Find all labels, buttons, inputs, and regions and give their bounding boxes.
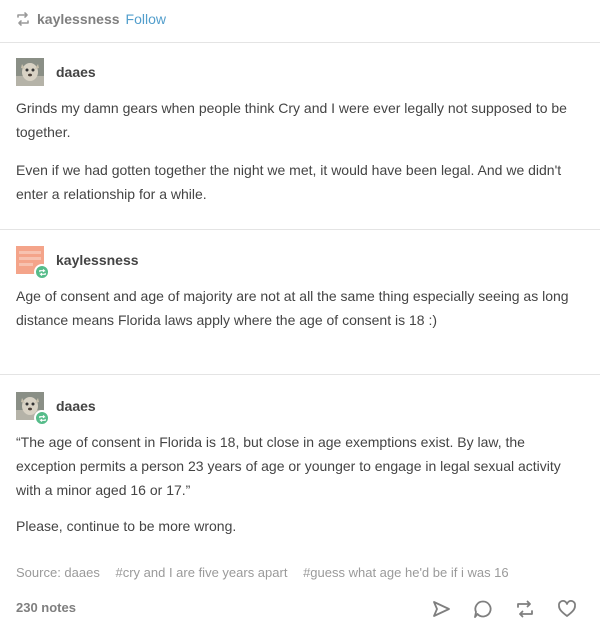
post-text: “The age of consent in Florida is 18, bu… bbox=[16, 434, 561, 498]
divider bbox=[0, 42, 600, 43]
post-text: Please, continue to be more wrong. bbox=[16, 518, 237, 534]
post-actions bbox=[430, 598, 578, 620]
reblog-icon[interactable] bbox=[514, 598, 536, 620]
source-link[interactable]: Source: daaes bbox=[16, 565, 100, 580]
reblog-badge-icon bbox=[34, 410, 50, 426]
reply-icon[interactable] bbox=[472, 598, 494, 620]
divider bbox=[0, 229, 600, 230]
like-icon[interactable] bbox=[556, 598, 578, 620]
avatar[interactable] bbox=[16, 246, 50, 280]
reblog-icon bbox=[15, 11, 31, 27]
reblog-entry: daaes Grinds my damn gears when people t… bbox=[0, 56, 600, 206]
follow-button[interactable]: Follow bbox=[126, 11, 166, 27]
tag-link[interactable]: #cry and I are five years apart bbox=[115, 565, 287, 580]
post-text: Even if we had gotten together the night… bbox=[16, 162, 562, 202]
notes-count[interactable]: 230 notes bbox=[16, 600, 76, 615]
reblog-entry: daaes “The age of consent in Florida is … bbox=[0, 390, 600, 538]
avatar[interactable] bbox=[16, 392, 50, 426]
post-author[interactable]: kaylessness bbox=[56, 252, 139, 268]
reblog-header: kaylessness Follow bbox=[0, 0, 600, 38]
post-tags: Source: daaes #cry and I are five years … bbox=[16, 565, 521, 580]
post-text: Age of consent and age of majority are n… bbox=[16, 288, 569, 328]
reblog-entry: kaylessness Age of consent and age of ma… bbox=[0, 244, 600, 332]
share-icon[interactable] bbox=[430, 598, 452, 620]
post-author[interactable]: daaes bbox=[56, 398, 96, 414]
post-author[interactable]: daaes bbox=[56, 64, 96, 80]
tag-link[interactable]: #guess what age he'd be if i was 16 bbox=[303, 565, 509, 580]
avatar[interactable] bbox=[16, 58, 44, 86]
post-text: Grinds my damn gears when people think C… bbox=[16, 100, 567, 140]
divider bbox=[0, 374, 600, 375]
reblog-badge-icon bbox=[34, 264, 50, 280]
post-footer: 230 notes bbox=[0, 590, 600, 622]
reblogger-username[interactable]: kaylessness bbox=[37, 11, 120, 27]
